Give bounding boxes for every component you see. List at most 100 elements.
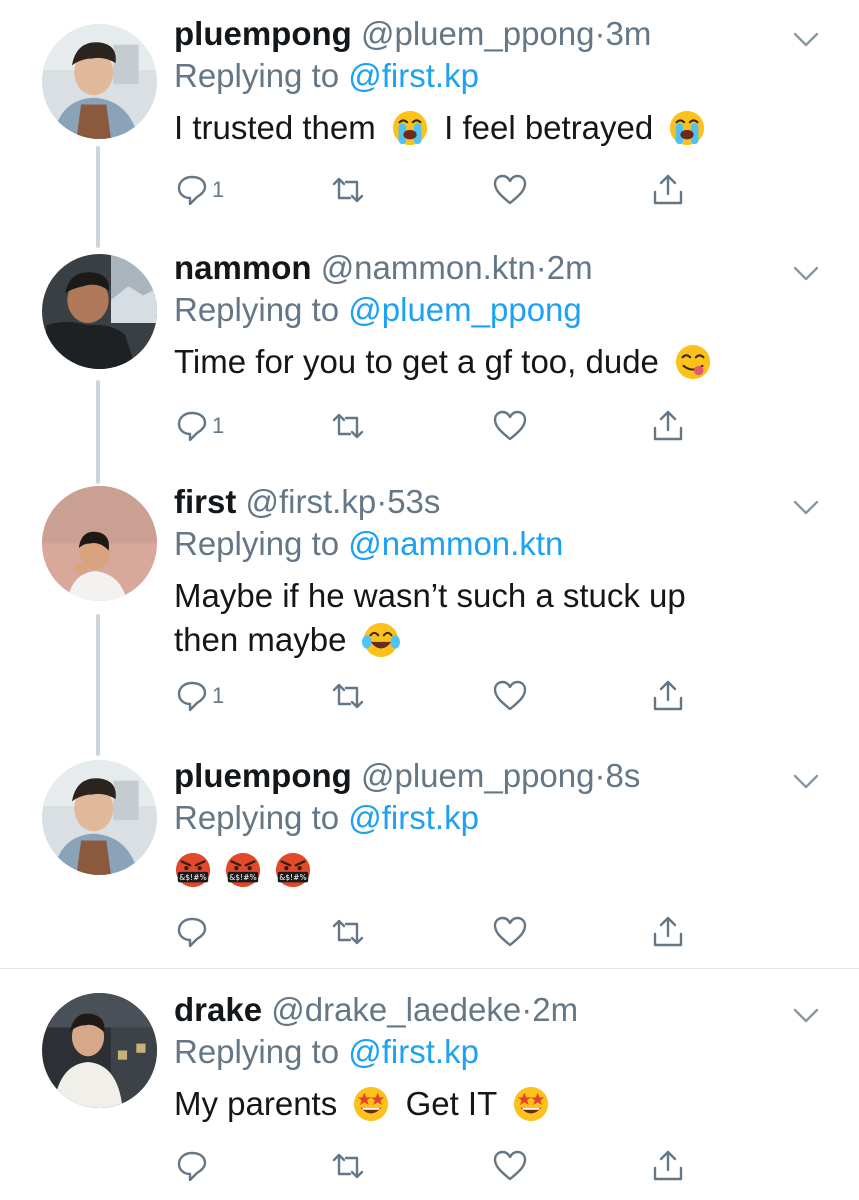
like-button[interactable]: [492, 406, 528, 446]
tweet[interactable]: nammon @nammon.ktn·2m Replying to @pluem…: [0, 246, 859, 466]
share-button[interactable]: [650, 1146, 686, 1186]
display-name[interactable]: nammon: [174, 249, 312, 286]
display-name[interactable]: pluempong: [174, 15, 352, 52]
like-icon: [493, 916, 527, 947]
avatar-photo: [42, 254, 157, 369]
avatar-photo: [42, 993, 157, 1108]
avatar-photo: [42, 24, 157, 139]
user-handle[interactable]: @drake_laedeke: [271, 991, 521, 1028]
chevron-down-icon[interactable]: [792, 772, 820, 792]
replying-to-link[interactable]: @nammon.ktn: [348, 525, 563, 562]
replying-to: Replying to @nammon.ktn: [174, 522, 563, 566]
reply-button[interactable]: 1: [174, 406, 224, 446]
reply-icon: [177, 1151, 207, 1182]
tweet[interactable]: pluempong @pluem_ppong·3m Replying to @f…: [0, 12, 859, 232]
share-button[interactable]: [650, 676, 686, 716]
chevron-down-icon[interactable]: [792, 1006, 820, 1026]
like-button[interactable]: [492, 676, 528, 716]
replying-to-link[interactable]: @first.kp: [348, 1033, 479, 1070]
timestamp[interactable]: 3m: [605, 15, 651, 52]
tweet[interactable]: first @first.kp·53s Replying to @nammon.…: [0, 480, 859, 744]
avatar[interactable]: [42, 486, 157, 601]
tweet-text: I trusted them I feel betrayed: [174, 106, 814, 150]
tweet[interactable]: drake @drake_laedeke·2m Replying to @fir…: [0, 988, 859, 1200]
like-icon: [493, 174, 527, 205]
user-handle[interactable]: @first.kp: [246, 483, 377, 520]
tweet-text: My parents Get IT: [174, 1082, 814, 1126]
replying-prefix: Replying to: [174, 291, 349, 328]
chevron-down-icon[interactable]: [792, 30, 820, 50]
like-icon: [493, 1150, 527, 1181]
chevron-down-icon[interactable]: [792, 498, 820, 518]
share-icon: [653, 174, 683, 205]
replying-to: Replying to @first.kp: [174, 54, 479, 98]
retweet-button[interactable]: [330, 676, 366, 716]
replying-prefix: Replying to: [174, 525, 349, 562]
replying-to: Replying to @first.kp: [174, 796, 479, 840]
crying-face-emoji: [391, 109, 429, 147]
reply-icon: [177, 411, 207, 442]
separator-dot: ·: [521, 991, 533, 1028]
timestamp[interactable]: 2m: [532, 991, 578, 1028]
retweet-button[interactable]: [330, 170, 366, 210]
timestamp[interactable]: 53s: [387, 483, 440, 520]
user-handle[interactable]: @nammon.ktn: [321, 249, 536, 286]
avatar-photo: [42, 760, 157, 875]
cursing-symbols: &$!#%: [279, 873, 306, 882]
like-button[interactable]: [492, 912, 528, 952]
display-name[interactable]: first: [174, 483, 236, 520]
retweet-button[interactable]: [330, 1146, 366, 1186]
reply-button[interactable]: 1: [174, 170, 224, 210]
reply-button[interactable]: [174, 912, 212, 952]
retweet-button[interactable]: [330, 406, 366, 446]
replying-prefix: Replying to: [174, 799, 349, 836]
reply-count: 1: [212, 413, 225, 438]
tweet-header: drake @drake_laedeke·2m: [174, 988, 578, 1032]
avatar[interactable]: [42, 254, 157, 369]
tweet-text-part: My parents: [174, 1085, 338, 1122]
tweet-header: pluempong @pluem_ppong·8s: [174, 754, 640, 798]
tweet-actions: 1: [174, 676, 734, 716]
tweet-text-part: Maybe if he wasn’t such a stuck up: [174, 577, 686, 614]
reply-count: 1: [212, 177, 225, 202]
user-handle[interactable]: @pluem_ppong: [361, 15, 595, 52]
display-name[interactable]: pluempong: [174, 757, 352, 794]
avatar-photo: [42, 486, 157, 601]
retweet-icon: [332, 413, 364, 439]
cursing-face-emoji: &$!#%: [174, 851, 212, 889]
share-button[interactable]: [650, 912, 686, 952]
share-button[interactable]: [650, 170, 686, 210]
avatar[interactable]: [42, 760, 157, 875]
separator-dot: ·: [594, 757, 606, 794]
tweet-text-part: then maybe: [174, 621, 347, 658]
user-handle[interactable]: @pluem_ppong: [361, 757, 595, 794]
avatar[interactable]: [42, 24, 157, 139]
reply-button[interactable]: 1: [174, 676, 224, 716]
tweet[interactable]: pluempong @pluem_ppong·8s Replying to @f…: [0, 754, 859, 964]
replying-prefix: Replying to: [174, 1033, 349, 1070]
replying-to-link[interactable]: @first.kp: [348, 57, 479, 94]
retweet-icon: [332, 683, 364, 709]
like-icon: [493, 410, 527, 441]
retweet-button[interactable]: [330, 912, 366, 952]
like-button[interactable]: [492, 170, 528, 210]
reply-button[interactable]: [174, 1146, 212, 1186]
share-icon: [653, 916, 683, 947]
cursing-symbols: &$!#%: [229, 873, 256, 882]
replying-prefix: Replying to: [174, 57, 349, 94]
tweet-actions: 1: [174, 170, 734, 210]
chevron-down-icon[interactable]: [792, 264, 820, 284]
display-name[interactable]: drake: [174, 991, 262, 1028]
avatar[interactable]: [42, 993, 157, 1108]
reply-icon: [177, 917, 207, 948]
share-button[interactable]: [650, 406, 686, 446]
timestamp[interactable]: 2m: [547, 249, 593, 286]
tweet-actions: 1: [174, 406, 734, 446]
like-icon: [493, 680, 527, 711]
like-button[interactable]: [492, 1146, 528, 1186]
share-icon: [653, 680, 683, 711]
tweet-header: nammon @nammon.ktn·2m: [174, 246, 593, 290]
replying-to-link[interactable]: @first.kp: [348, 799, 479, 836]
replying-to-link[interactable]: @pluem_ppong: [348, 291, 582, 328]
timestamp[interactable]: 8s: [605, 757, 640, 794]
